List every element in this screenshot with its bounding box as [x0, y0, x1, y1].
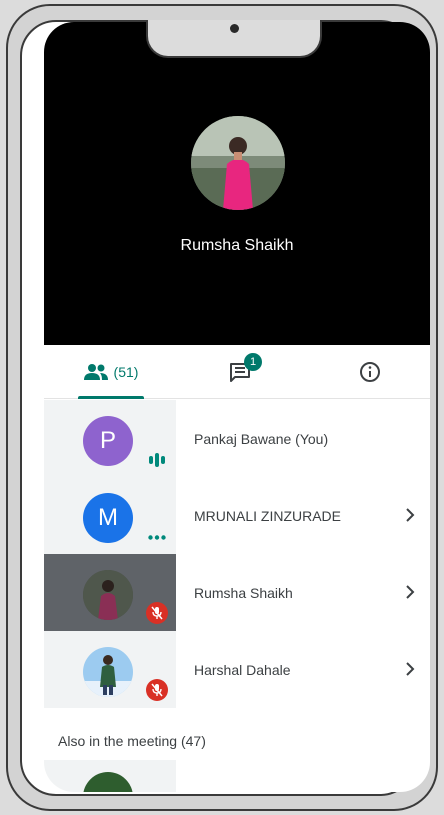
- participant-name: Rumsha Shaikh: [194, 584, 293, 601]
- meet-screen: Rumsha Shaikh (51) 1 P Pankaj Bawane (Yo…: [44, 22, 430, 792]
- participant-name: Harshal Dahale: [194, 661, 291, 678]
- people-count: (51): [113, 364, 139, 380]
- camera-dot: [230, 24, 239, 33]
- panel-tabs: (51) 1: [44, 345, 430, 399]
- more-dots-icon: [148, 535, 166, 540]
- mic-off-icon: [146, 602, 168, 624]
- hero-name: Rumsha Shaikh: [180, 237, 294, 254]
- participant-row[interactable]: Rumsha Shaikh: [44, 554, 430, 631]
- avatar: [83, 772, 133, 792]
- avatar: M: [83, 493, 133, 543]
- speaking-indicator-icon: [149, 453, 165, 467]
- avatar: [83, 647, 133, 697]
- chevron-right-icon[interactable]: [402, 659, 418, 679]
- tab-info[interactable]: [340, 345, 400, 399]
- chevron-right-icon[interactable]: [402, 505, 418, 525]
- also-in-meeting-heading: Also in the meeting (47): [58, 733, 206, 749]
- participant-name: Pankaj Bawane (You): [194, 430, 329, 447]
- info-icon: [360, 362, 380, 382]
- participant-tile: [44, 554, 176, 631]
- participant-row[interactable]: M MRUNALI ZINZURADE: [44, 477, 430, 554]
- participant-tile: [44, 631, 176, 708]
- participant-row[interactable]: Harshal Dahale: [44, 631, 430, 708]
- participant-row[interactable]: P Pankaj Bawane (You): [44, 400, 430, 477]
- tab-people[interactable]: (51): [58, 345, 164, 399]
- active-speaker-view: Rumsha Shaikh: [44, 22, 430, 345]
- participant-name: MRUNALI ZINZURADE: [194, 507, 342, 524]
- participant-tile: M: [44, 477, 176, 554]
- phone-notch: [146, 20, 322, 58]
- chevron-right-icon[interactable]: [402, 582, 418, 602]
- mic-off-icon: [146, 679, 168, 701]
- tab-chat[interactable]: 1: [210, 345, 270, 399]
- tab-active-indicator: [78, 396, 144, 399]
- people-icon: [83, 364, 108, 380]
- participant-tile: [44, 760, 176, 792]
- avatar: P: [83, 416, 133, 466]
- chat-unread-badge: 1: [244, 353, 262, 371]
- hero-avatar: [191, 116, 285, 210]
- avatar: [83, 570, 133, 620]
- participant-tile: P: [44, 400, 176, 477]
